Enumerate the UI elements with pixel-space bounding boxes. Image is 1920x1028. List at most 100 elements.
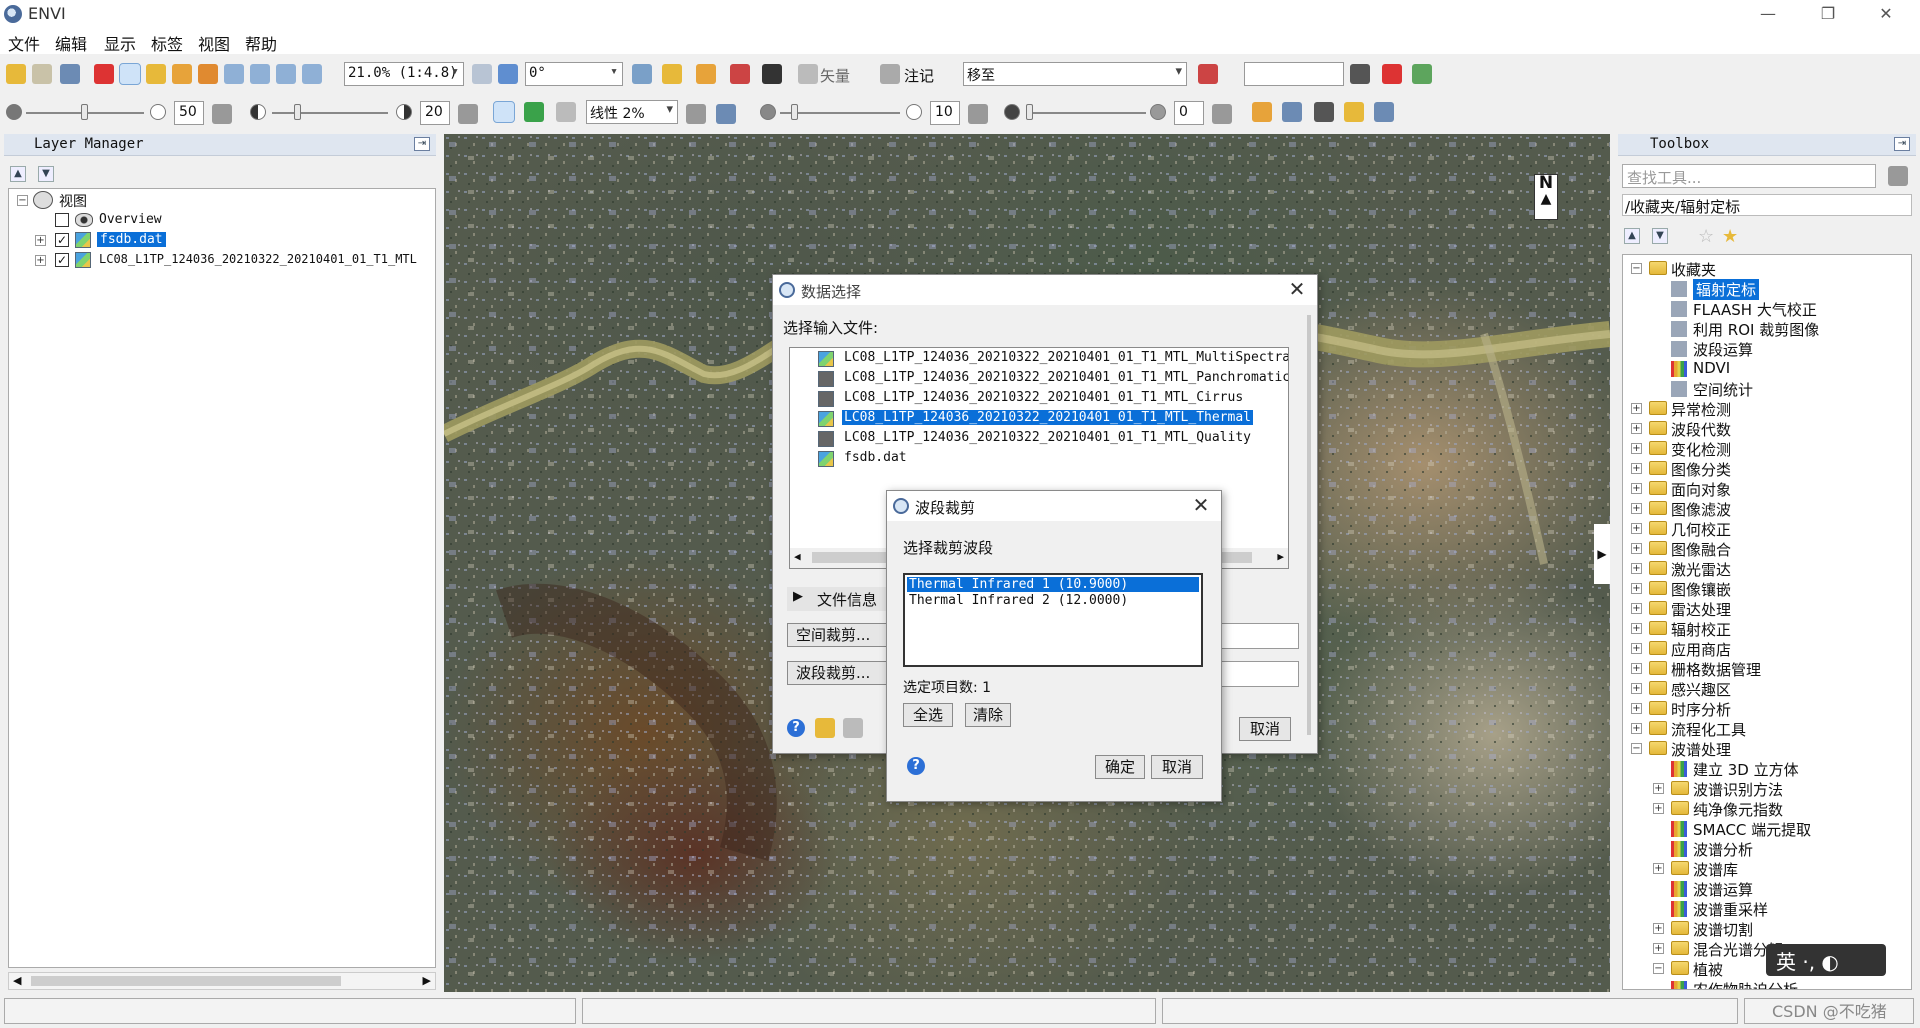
toolbox-tool-item[interactable]: 建立 3D 立方体	[1623, 759, 1911, 779]
expand-icon[interactable]: +	[1653, 943, 1664, 954]
sharpen-input[interactable]: 10	[930, 101, 960, 125]
toolbox-folder-item[interactable]: + 雷达处理	[1623, 599, 1911, 619]
ok-button[interactable]: 确定	[1095, 755, 1145, 779]
toolbox-tool-item[interactable]: 空间统计	[1623, 379, 1911, 399]
pan-hand-icon[interactable]	[146, 64, 166, 84]
star-filled-icon[interactable]: ★	[1722, 226, 1738, 247]
toolbox-folder-item[interactable]: + 变化检测	[1623, 439, 1911, 459]
collapse-icon[interactable]: −	[1653, 963, 1664, 974]
vector-create-icon[interactable]	[798, 64, 818, 84]
rotate-icon[interactable]	[198, 64, 218, 84]
vector-tool-icon[interactable]	[632, 64, 652, 84]
sharpen-slider-thumb[interactable]	[791, 104, 798, 120]
toolbox-tool-item[interactable]: SMACC 端元提取	[1623, 819, 1911, 839]
band-item[interactable]: Thermal Infrared 2 (12.0000)	[907, 593, 1199, 608]
star-empty-icon[interactable]: ☆	[1698, 226, 1714, 247]
toolbox-folder-item[interactable]: + 波段代数	[1623, 419, 1911, 439]
expand-icon[interactable]: +	[1631, 523, 1642, 534]
toolbox-folder-item[interactable]: + 栅格数据管理	[1623, 659, 1911, 679]
expand-icon[interactable]: +	[1631, 723, 1642, 734]
spectral-subset-button[interactable]: 波段裁剪...	[787, 661, 887, 685]
stretch-select[interactable]: 线性 2%	[586, 100, 678, 124]
toolbox-folder-item[interactable]: + 几何校正	[1623, 519, 1911, 539]
refresh-contrast-icon[interactable]	[458, 104, 478, 124]
menu-view[interactable]: 视图	[198, 31, 230, 55]
collapse-all-icon[interactable]: ▲	[1624, 228, 1640, 244]
zoom-select[interactable]: 21.0% (1:4.8)	[344, 62, 464, 86]
panel-pin-icon[interactable]: ⇥	[414, 137, 430, 151]
toolbox-tool-item[interactable]: 波谱运算	[1623, 879, 1911, 899]
toolbox-folder-item[interactable]: + 图像分类	[1623, 459, 1911, 479]
rotate-right-icon[interactable]	[498, 64, 518, 84]
transparency-slider-track[interactable]	[1026, 112, 1146, 114]
expand-icon[interactable]: +	[35, 255, 46, 266]
toolbox-folder-item[interactable]: + 图像融合	[1623, 539, 1911, 559]
refresh-sharpen-icon[interactable]	[968, 104, 988, 124]
file-options-icon[interactable]	[843, 718, 863, 738]
contrast-slider-thumb[interactable]	[294, 104, 301, 120]
help-icon[interactable]: ?	[907, 757, 925, 775]
file-info-expander[interactable]: ▶ 文件信息	[787, 587, 887, 611]
spatial-subset-button[interactable]: 空间裁剪...	[787, 623, 887, 647]
map-icon[interactable]	[1412, 64, 1432, 84]
link-views-icon[interactable]	[1374, 102, 1394, 122]
toolbox-folder-spectral[interactable]: − 波谱处理	[1623, 739, 1911, 759]
toolbox-subfolder-item[interactable]: + 波谱库	[1623, 859, 1911, 879]
fsdb-checkbox[interactable]: ✓	[55, 233, 69, 247]
menu-label[interactable]: 标签	[151, 31, 183, 55]
pin-icon[interactable]	[94, 64, 114, 84]
restore-button[interactable]: ❐	[1808, 2, 1848, 26]
scroll-thumb[interactable]	[31, 976, 341, 986]
transparency-input[interactable]: 0	[1174, 101, 1204, 125]
expand-icon[interactable]: +	[1631, 663, 1642, 674]
chip-view-icon[interactable]	[1344, 102, 1364, 122]
tree-item-overview[interactable]: Overview	[17, 211, 417, 229]
expand-icon[interactable]: +	[1631, 443, 1642, 454]
toolbox-subfolder-item[interactable]: + 波谱切割	[1623, 919, 1911, 939]
toolbox-folder-item[interactable]: + 面向对象	[1623, 479, 1911, 499]
zoom-in-icon[interactable]	[250, 64, 270, 84]
select-arrow-icon[interactable]	[119, 63, 141, 85]
toolbox-tool-item[interactable]: 波谱分析	[1623, 839, 1911, 859]
annotation-icon[interactable]	[880, 64, 900, 84]
expand-icon[interactable]: +	[1631, 563, 1642, 574]
brightness-input[interactable]: 50	[174, 101, 204, 125]
open-file-icon[interactable]	[815, 718, 835, 738]
transparency-slider-thumb[interactable]	[1026, 104, 1033, 120]
expand-icon[interactable]: +	[35, 235, 46, 246]
refresh-brightness-icon[interactable]	[212, 104, 232, 124]
tree-item-landsat[interactable]: + ✓ LC08_L1TP_124036_20210322_20210401_0…	[17, 251, 435, 269]
stretch-locked-icon[interactable]	[556, 102, 576, 122]
fly-icon[interactable]	[172, 64, 192, 84]
minimize-button[interactable]: —	[1748, 2, 1788, 26]
zoom-fit-icon[interactable]	[302, 64, 322, 84]
crosshair-icon[interactable]	[762, 64, 782, 84]
toolbox-folder-item[interactable]: + 辐射校正	[1623, 619, 1911, 639]
toolbox-folder-item[interactable]: + 流程化工具	[1623, 719, 1911, 739]
overview-checkbox[interactable]	[55, 213, 69, 227]
goto-pin-icon[interactable]	[1198, 64, 1218, 84]
toolbox-tool-item[interactable]: NDVI	[1623, 359, 1911, 377]
refresh-icon[interactable]	[1888, 166, 1908, 186]
zoom-tool-icon[interactable]	[224, 64, 244, 84]
collapse-icon[interactable]: −	[1631, 743, 1642, 754]
toolbox-folder-item[interactable]: + 异常检测	[1623, 399, 1911, 419]
expand-icon[interactable]: +	[1653, 803, 1664, 814]
stretch-mode-icon[interactable]	[524, 102, 544, 122]
contrast-input[interactable]: 20	[420, 101, 450, 125]
collapse-icon[interactable]: −	[1631, 263, 1642, 274]
expand-icon[interactable]: +	[1653, 863, 1664, 874]
select-all-button[interactable]: 全选	[903, 703, 953, 727]
zoom-out-icon[interactable]	[276, 64, 296, 84]
band-subset-cancel-button[interactable]: 取消	[1151, 755, 1203, 779]
expand-icon[interactable]: +	[1653, 923, 1664, 934]
menu-help[interactable]: 帮助	[245, 31, 277, 55]
save-icon[interactable]	[1350, 64, 1370, 84]
location-pin-icon[interactable]	[1382, 64, 1402, 84]
expand-icon[interactable]: +	[1631, 703, 1642, 714]
collapse-icon[interactable]: −	[17, 195, 28, 206]
scroll-right-icon[interactable]: ▶	[423, 974, 431, 987]
data-selection-cancel-button[interactable]: 取消	[1239, 717, 1291, 741]
toolbox-folder-item[interactable]: + 图像镶嵌	[1623, 579, 1911, 599]
expand-icon[interactable]: +	[1631, 683, 1642, 694]
